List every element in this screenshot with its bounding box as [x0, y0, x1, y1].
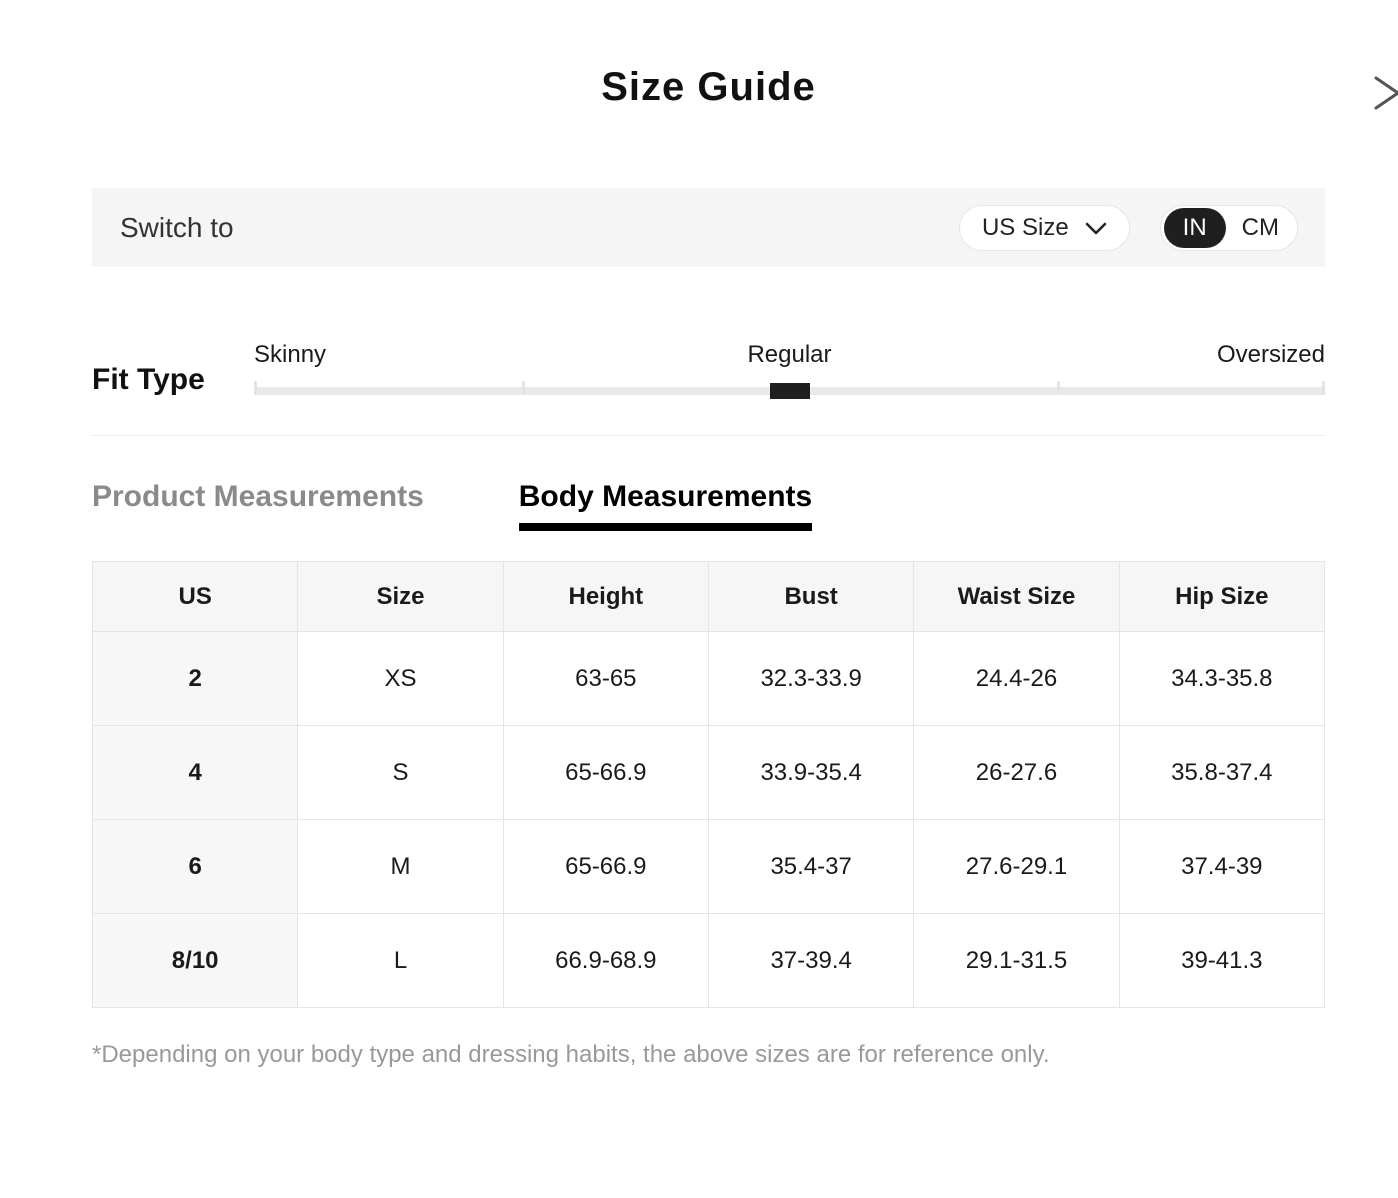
switch-to-label: Switch to: [120, 212, 234, 244]
column-header: Size: [298, 562, 503, 632]
column-header: Height: [503, 562, 708, 632]
fit-option-regular[interactable]: Regular: [747, 341, 831, 369]
table-row: 4S65-66.933.9-35.426-27.635.8-37.4: [93, 726, 1325, 820]
measurement-cell: M: [298, 820, 503, 914]
fit-option-oversized[interactable]: Oversized: [1217, 341, 1325, 369]
header-row: USSizeHeightBustWaist SizeHip Size: [93, 562, 1325, 632]
measurement-cell: 37-39.4: [708, 914, 913, 1008]
table-row: 8/10L66.9-68.937-39.429.1-31.539-41.3: [93, 914, 1325, 1008]
size-table-body: 2XS63-6532.3-33.924.4-2634.3-35.84S65-66…: [93, 632, 1325, 1008]
measurement-cell: 66.9-68.9: [503, 914, 708, 1008]
measurement-cell: 34.3-35.8: [1119, 632, 1324, 726]
us-size-cell: 6: [93, 820, 298, 914]
measurement-cell: 35.8-37.4: [1119, 726, 1324, 820]
measurement-cell: 65-66.9: [503, 820, 708, 914]
slider-tick: [1322, 381, 1325, 395]
unit-option-cm[interactable]: CM: [1226, 214, 1295, 242]
measurement-cell: S: [298, 726, 503, 820]
size-table: USSizeHeightBustWaist SizeHip Size 2XS63…: [92, 561, 1325, 1008]
us-size-cell: 4: [93, 726, 298, 820]
tab-body-measurements[interactable]: Body Measurements: [519, 480, 812, 531]
measurement-cell: L: [298, 914, 503, 1008]
slider-tick: [1057, 381, 1060, 395]
size-system-dropdown[interactable]: US Size: [959, 205, 1130, 251]
section-divider: [92, 435, 1325, 436]
page-title: Size Guide: [92, 64, 1325, 110]
column-header: Waist Size: [914, 562, 1119, 632]
measurement-cell: 32.3-33.9: [708, 632, 913, 726]
column-header: US: [93, 562, 298, 632]
unit-toggle: IN CM: [1160, 205, 1298, 251]
column-header: Hip Size: [1119, 562, 1324, 632]
measurement-cell: 24.4-26: [914, 632, 1119, 726]
unit-option-in[interactable]: IN: [1164, 208, 1226, 248]
measurement-cell: XS: [298, 632, 503, 726]
measurement-cell: 63-65: [503, 632, 708, 726]
size-system-value: US Size: [982, 214, 1069, 242]
table-row: 2XS63-6532.3-33.924.4-2634.3-35.8: [93, 632, 1325, 726]
chevron-down-icon: [1085, 222, 1107, 236]
fit-type-slider: Skinny Regular Oversized: [254, 341, 1325, 395]
measurement-cell: 39-41.3: [1119, 914, 1324, 1008]
fit-slider-handle[interactable]: [770, 383, 810, 399]
measurement-cell: 26-27.6: [914, 726, 1119, 820]
size-table-head: USSizeHeightBustWaist SizeHip Size: [93, 562, 1325, 632]
us-size-cell: 8/10: [93, 914, 298, 1008]
measurement-cell: 37.4-39: [1119, 820, 1324, 914]
footnote: *Depending on your body type and dressin…: [92, 1041, 1325, 1069]
tab-product-measurements[interactable]: Product Measurements: [92, 480, 424, 514]
measurement-tabs: Product Measurements Body Measurements: [92, 480, 1325, 531]
measurement-cell: 65-66.9: [503, 726, 708, 820]
measurement-cell: 33.9-35.4: [708, 726, 913, 820]
switch-controls: US Size IN CM: [959, 205, 1298, 251]
slider-tick: [522, 381, 525, 395]
measurement-cell: 35.4-37: [708, 820, 913, 914]
fit-type-label: Fit Type: [92, 362, 254, 398]
fit-type-section: Fit Type Skinny Regular Oversized: [92, 341, 1325, 395]
fit-type-options: Skinny Regular Oversized: [254, 341, 1325, 371]
fit-slider-track[interactable]: [254, 387, 1325, 395]
column-header: Bust: [708, 562, 913, 632]
size-guide-dialog: Size Guide Switch to US Size IN CM Fit T…: [92, 64, 1325, 1069]
fit-option-skinny[interactable]: Skinny: [254, 341, 326, 369]
slider-tick: [254, 381, 257, 395]
table-row: 6M65-66.935.4-3727.6-29.137.4-39: [93, 820, 1325, 914]
us-size-cell: 2: [93, 632, 298, 726]
switch-bar: Switch to US Size IN CM: [92, 188, 1325, 267]
measurement-cell: 29.1-31.5: [914, 914, 1119, 1008]
close-icon[interactable]: [1372, 68, 1398, 120]
measurement-cell: 27.6-29.1: [914, 820, 1119, 914]
